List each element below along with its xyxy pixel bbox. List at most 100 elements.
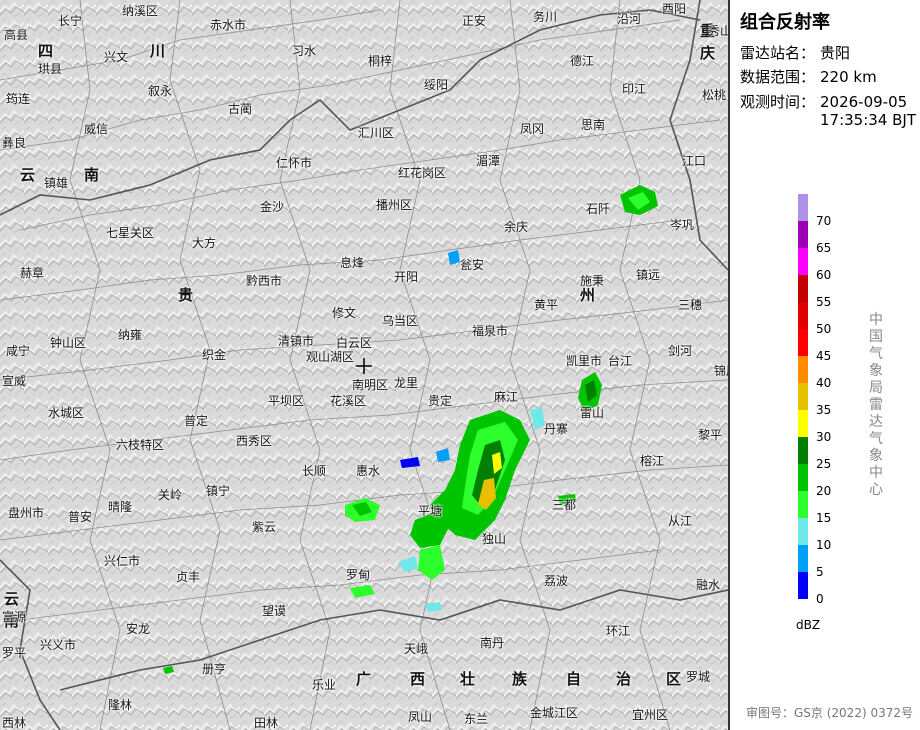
place-label: 麻江 bbox=[494, 390, 519, 404]
place-label: 彝良 bbox=[2, 136, 27, 150]
place-label: 望谟 bbox=[262, 604, 287, 618]
place-label: 赫章 bbox=[20, 266, 45, 280]
place-label: 长顺 bbox=[302, 464, 327, 478]
place-label: 西林 bbox=[2, 716, 27, 730]
place-label: 三都 bbox=[552, 498, 577, 512]
place-label: 江口 bbox=[682, 154, 707, 168]
place-label: 融水 bbox=[696, 578, 721, 592]
place-label: 东兰 bbox=[464, 712, 489, 726]
place-label: 钟山区 bbox=[50, 336, 87, 350]
province-label: 西 bbox=[410, 670, 426, 688]
legend-swatch bbox=[798, 302, 808, 329]
place-label: 雷山 bbox=[580, 406, 605, 420]
place-label: 仁怀市 bbox=[276, 156, 313, 170]
legend-swatch bbox=[798, 464, 808, 491]
place-label: 环江 bbox=[606, 624, 631, 638]
legend-swatch bbox=[798, 329, 808, 356]
station-value: 贵阳 bbox=[820, 44, 851, 62]
place-label: 息烽 bbox=[340, 256, 365, 270]
place-label: 隆林 bbox=[108, 698, 133, 712]
province-label: 四 bbox=[38, 42, 54, 60]
place-label: 清镇市 bbox=[278, 334, 315, 348]
province-label: 自 bbox=[566, 670, 582, 688]
place-label: 兴仁市 bbox=[104, 554, 141, 568]
province-label: 广 bbox=[356, 670, 372, 688]
organization-label: 中国气象局雷达气象中心 bbox=[869, 312, 883, 498]
place-label: 酉阳 bbox=[662, 2, 687, 16]
legend-tick: 30 bbox=[816, 430, 832, 444]
province-label: 区 bbox=[666, 670, 682, 688]
place-label: 赤水市 bbox=[210, 18, 247, 32]
legend-swatch bbox=[798, 491, 808, 518]
place-label: 西秀区 bbox=[236, 434, 273, 448]
place-label: 岑巩 bbox=[670, 218, 695, 232]
place-label: 南丹 bbox=[480, 636, 505, 650]
place-label: 荔波 bbox=[544, 574, 569, 588]
place-label: 绥阳 bbox=[424, 78, 449, 92]
place-label: 桐梓 bbox=[368, 54, 393, 68]
place-label: 罗甸 bbox=[346, 568, 371, 582]
legend-tick: 65 bbox=[816, 241, 832, 255]
place-label: 筠连 bbox=[6, 92, 31, 106]
place-label: 平坝区 bbox=[268, 394, 305, 408]
place-label: 剑河 bbox=[668, 344, 693, 358]
place-label: 务川 bbox=[533, 10, 558, 24]
province-label: 川 bbox=[150, 42, 166, 60]
place-label: 从江 bbox=[668, 514, 693, 528]
place-label: 平塘 bbox=[418, 504, 443, 518]
place-label: 南明区 bbox=[352, 378, 389, 392]
place-label: 习水 bbox=[292, 44, 317, 58]
legend-tick: 10 bbox=[816, 538, 832, 552]
range-row: 数据范围： 220 km bbox=[740, 66, 877, 87]
place-label: 安龙 bbox=[126, 622, 151, 636]
place-label: 咸宁 bbox=[6, 344, 31, 358]
place-label: 镇雄 bbox=[44, 176, 69, 190]
place-label: 思南 bbox=[581, 118, 606, 132]
place-label: 大方 bbox=[192, 236, 217, 250]
legend-unit: dBZ bbox=[796, 618, 821, 632]
province-label: 贵 bbox=[178, 286, 194, 304]
range-label: 数据范围： bbox=[740, 68, 816, 86]
place-label: 锦屏 bbox=[714, 364, 728, 378]
place-label: 花溪区 bbox=[330, 394, 367, 408]
place-label: 余庆 bbox=[504, 220, 529, 234]
place-label: 册亨 bbox=[202, 662, 227, 676]
place-label: 台江 bbox=[608, 354, 633, 368]
legend-swatch bbox=[798, 383, 808, 410]
place-label: 镇宁 bbox=[206, 484, 231, 498]
place-label: 凯里市 bbox=[566, 354, 603, 368]
legend-swatch bbox=[798, 221, 808, 248]
place-label: 兴文 bbox=[104, 50, 129, 64]
time-row: 观测时间： 2026-09-05 bbox=[740, 91, 907, 112]
legend-tick: 55 bbox=[816, 295, 832, 309]
legend-swatch bbox=[798, 356, 808, 383]
place-label: 宜州区 bbox=[632, 708, 669, 722]
color-legend-bar bbox=[798, 194, 808, 599]
legend-tick: 45 bbox=[816, 349, 832, 363]
place-label: 普定 bbox=[184, 414, 209, 428]
place-label: 凤山 bbox=[408, 710, 433, 724]
legend-tick: 70 bbox=[816, 214, 832, 228]
place-label: 兴义市 bbox=[40, 638, 77, 652]
station-row: 雷达站名： 贵阳 bbox=[740, 42, 850, 63]
legend-tick: 0 bbox=[816, 592, 824, 606]
place-label: 石阡 bbox=[586, 202, 611, 216]
legend-tick: 15 bbox=[816, 511, 832, 525]
place-label: 瓮安 bbox=[460, 258, 485, 272]
place-label: 田林 bbox=[254, 716, 279, 730]
place-label: 七星关区 bbox=[106, 226, 155, 240]
radar-map[interactable]: 四 川 云 南 贵 州 重 庆 市 云 南 广 西 壮 族 自 治 区 长宁 纳… bbox=[0, 0, 728, 730]
place-label: 红花岗区 bbox=[398, 166, 447, 180]
place-label: 凤冈 bbox=[520, 122, 545, 136]
place-label: 六枝特区 bbox=[116, 438, 165, 452]
place-label: 盘州市 bbox=[8, 506, 45, 520]
place-label: 罗平 bbox=[2, 646, 27, 660]
legend-swatch bbox=[798, 248, 808, 275]
place-label: 德江 bbox=[570, 54, 595, 68]
place-label: 印江 bbox=[622, 82, 647, 96]
place-label: 珙县 bbox=[38, 62, 63, 76]
place-label: 黔西市 bbox=[246, 274, 283, 288]
place-label: 金沙 bbox=[260, 200, 285, 214]
place-label: 富源 bbox=[2, 610, 27, 624]
time-date: 2026-09-05 bbox=[820, 93, 908, 111]
